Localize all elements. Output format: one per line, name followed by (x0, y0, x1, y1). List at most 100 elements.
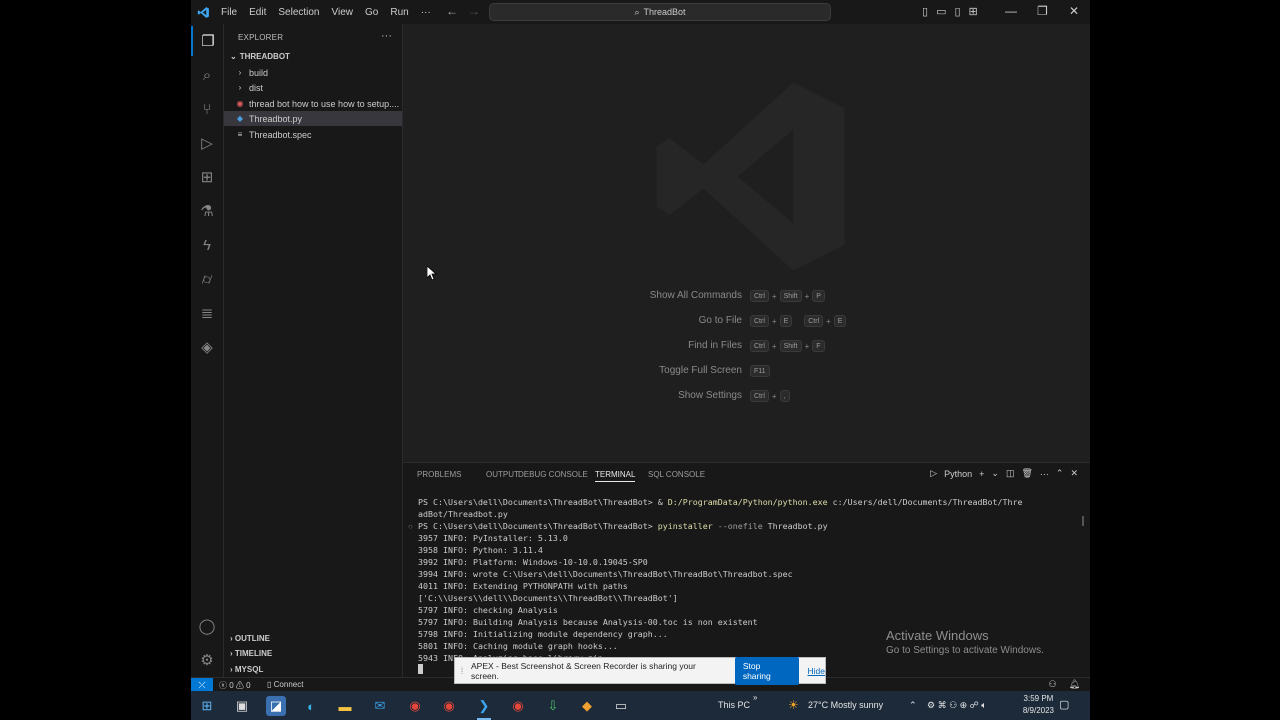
menu-run[interactable]: Run (384, 7, 414, 18)
database-icon[interactable]: ≣ (191, 298, 223, 328)
vscode-logo-icon (191, 0, 215, 24)
settings-gear-icon[interactable]: ⚙ (191, 645, 223, 675)
shortcut-keys: Ctrl + , (750, 390, 790, 402)
restore-button[interactable]: ❐ (1037, 4, 1048, 18)
terminal-line: 4011 INFO: Extending PYTHONPATH with pat… (418, 581, 628, 591)
shortcut-keys: Ctrl + Shift + P (750, 290, 825, 302)
lightning-icon[interactable]: ϟ (191, 230, 223, 260)
menu-file[interactable]: File (215, 7, 243, 18)
git-app-icon[interactable]: ◆ (577, 696, 597, 716)
vscode-watermark-icon (656, 82, 845, 271)
account-icon[interactable]: ◯ (191, 611, 223, 641)
tab-debug-console[interactable]: DEBUG CONSOLE (518, 470, 588, 479)
weather-text[interactable]: 27°C Mostly sunny (808, 700, 883, 710)
tab-terminal[interactable]: TERMINAL (595, 470, 636, 482)
chevron-up-icon[interactable]: ⌃ (909, 700, 917, 711)
trash-icon[interactable]: 🗑 (1021, 468, 1032, 479)
tab-sql-console[interactable]: SQL CONSOLE (648, 470, 705, 479)
stop-sharing-button[interactable]: Stop sharing (734, 656, 799, 685)
tree-item-build[interactable]: › build (224, 65, 402, 80)
tree-item-threadbot-py[interactable]: ◆ Threadbot.py (224, 111, 402, 126)
more-actions-icon[interactable]: ··· (1040, 469, 1049, 479)
back-arrow-icon[interactable]: ← (446, 4, 458, 18)
terminal-line: 5797 INFO: Building Analysis because Ana… (418, 617, 758, 627)
toggle-sidebar-icon[interactable]: ▯ (922, 5, 928, 18)
chrome-profile-icon[interactable]: ◉ (439, 696, 459, 716)
tree-item-threadbot-spec[interactable]: ≡ Threadbot.spec (224, 127, 402, 142)
chrome-app-icon[interactable]: ◉ (508, 696, 528, 716)
terminal-app-icon[interactable]: ▭ (611, 696, 631, 716)
toggle-panel-icon[interactable]: ▭ (936, 5, 946, 18)
terminal-profile[interactable]: Python (944, 469, 972, 479)
edge-browser-icon[interactable]: ◐ (301, 696, 321, 716)
tray-icons[interactable]: ⚙ ⌘ ⚇ ⊕ ☍ 🔈︎ (927, 700, 987, 711)
tree-item-label: build (249, 67, 269, 78)
python-file-icon: ◆ (236, 114, 244, 123)
terminal-scrollbar[interactable] (1082, 516, 1084, 526)
menu-selection[interactable]: Selection (272, 7, 325, 18)
maximize-panel-icon[interactable]: ⌃ (1056, 468, 1064, 479)
extensions-icon[interactable]: ⊞ (191, 162, 223, 192)
video-file-icon: ◉ (236, 99, 244, 108)
tab-output[interactable]: OUTPUT (486, 470, 519, 479)
shortcut-toggle-full-screen: Toggle Full Screen F11 (403, 365, 1090, 379)
explorer-more-icon[interactable]: ··· (381, 30, 392, 42)
key: E (833, 315, 847, 327)
tree-item-video[interactable]: ◉ thread bot how to use how to setup.... (224, 96, 402, 111)
this-pc-toolbar[interactable]: This PC (718, 700, 750, 710)
folder-title[interactable]: ⌄ THREADBOT (230, 52, 290, 61)
shortcut-keys: Ctrl + E Ctrl + E (750, 315, 847, 327)
customize-layout-icon[interactable]: ⊞ (969, 5, 978, 18)
run-debug-icon[interactable]: ▷ (191, 128, 223, 158)
split-terminal-icon[interactable]: ◫ (1006, 468, 1015, 479)
task-view-icon[interactable]: ▣ (232, 696, 252, 716)
menu-edit[interactable]: Edit (243, 7, 272, 18)
notification-center-icon[interactable]: ▢ (1059, 698, 1069, 711)
chevron-down-icon[interactable]: ⌄ (991, 468, 999, 479)
hide-link[interactable]: Hide (808, 666, 825, 676)
connect-status[interactable]: ▯ Connect (267, 680, 303, 689)
live-share-icon[interactable]: ⚇ (1048, 679, 1056, 690)
toolbar-expand-icon[interactable]: » (753, 693, 757, 702)
warning-icon: ⚠ (235, 681, 244, 690)
database-cylinder-icon[interactable]: ⌭ (191, 264, 223, 294)
tree-item-dist[interactable]: › dist (224, 80, 402, 95)
testing-flask-icon[interactable]: ⚗ (191, 196, 223, 226)
terminal-line: PS C:\Users\dell\Documents\ThreadBot\Thr… (418, 521, 828, 531)
menu-more[interactable]: ··· (415, 7, 437, 18)
chrome-icon[interactable]: ◉ (405, 696, 425, 716)
layers-icon[interactable]: ◈ (191, 332, 223, 362)
download-app-icon[interactable]: ⇩ (543, 696, 563, 716)
command-center[interactable]: ⌕ ThreadBot (489, 3, 831, 21)
key: P (812, 290, 825, 302)
clock[interactable]: 3:59 PM 8/9/2023 (1023, 693, 1054, 717)
toggle-secondary-sidebar-icon[interactable]: ▯ (954, 5, 960, 18)
close-window-button[interactable]: ✕ (1069, 4, 1079, 18)
explorer-files-icon[interactable]: ❐ (191, 26, 223, 56)
shortcut-label: Show All Commands (649, 290, 742, 301)
remote-indicator-icon[interactable]: ⤫ (191, 678, 213, 692)
minimize-button[interactable]: — (1005, 4, 1017, 18)
close-panel-icon[interactable]: ✕ (1070, 468, 1078, 479)
forward-arrow-icon[interactable]: → (468, 4, 480, 18)
source-control-icon[interactable]: ⑂ (191, 94, 223, 124)
file-explorer-icon[interactable]: ▬ (335, 696, 355, 716)
vscode-taskbar-icon[interactable]: ❯ (474, 696, 494, 716)
add-terminal-icon[interactable]: + (979, 469, 984, 479)
shortcut-label: Toggle Full Screen (659, 365, 742, 376)
menu-view[interactable]: View (326, 7, 360, 18)
drag-handle-icon[interactable]: ⁞ (455, 666, 469, 676)
mail-icon[interactable]: ✉ (370, 696, 390, 716)
app-icon[interactable]: ◪ (266, 696, 286, 716)
notifications-bell-icon[interactable]: 🔔︎ (1069, 679, 1080, 690)
shortcut-label: Go to File (698, 315, 742, 326)
section-outline[interactable]: › OUTLINE (230, 634, 270, 643)
problems-indicator[interactable]: ⓧ 0 ⚠ 0 (219, 680, 251, 691)
search-icon[interactable]: ⌕ (191, 60, 223, 90)
windows-start-icon[interactable]: ⊞ (197, 696, 217, 716)
tab-problems[interactable]: PROBLEMS (417, 470, 461, 479)
section-timeline[interactable]: › TIMELINE (230, 649, 272, 658)
menu-go[interactable]: Go (359, 7, 384, 18)
editor-area[interactable]: Show All Commands Ctrl + Shift + P Go to F… (403, 24, 1090, 462)
section-mysql[interactable]: › MYSQL (230, 665, 263, 674)
